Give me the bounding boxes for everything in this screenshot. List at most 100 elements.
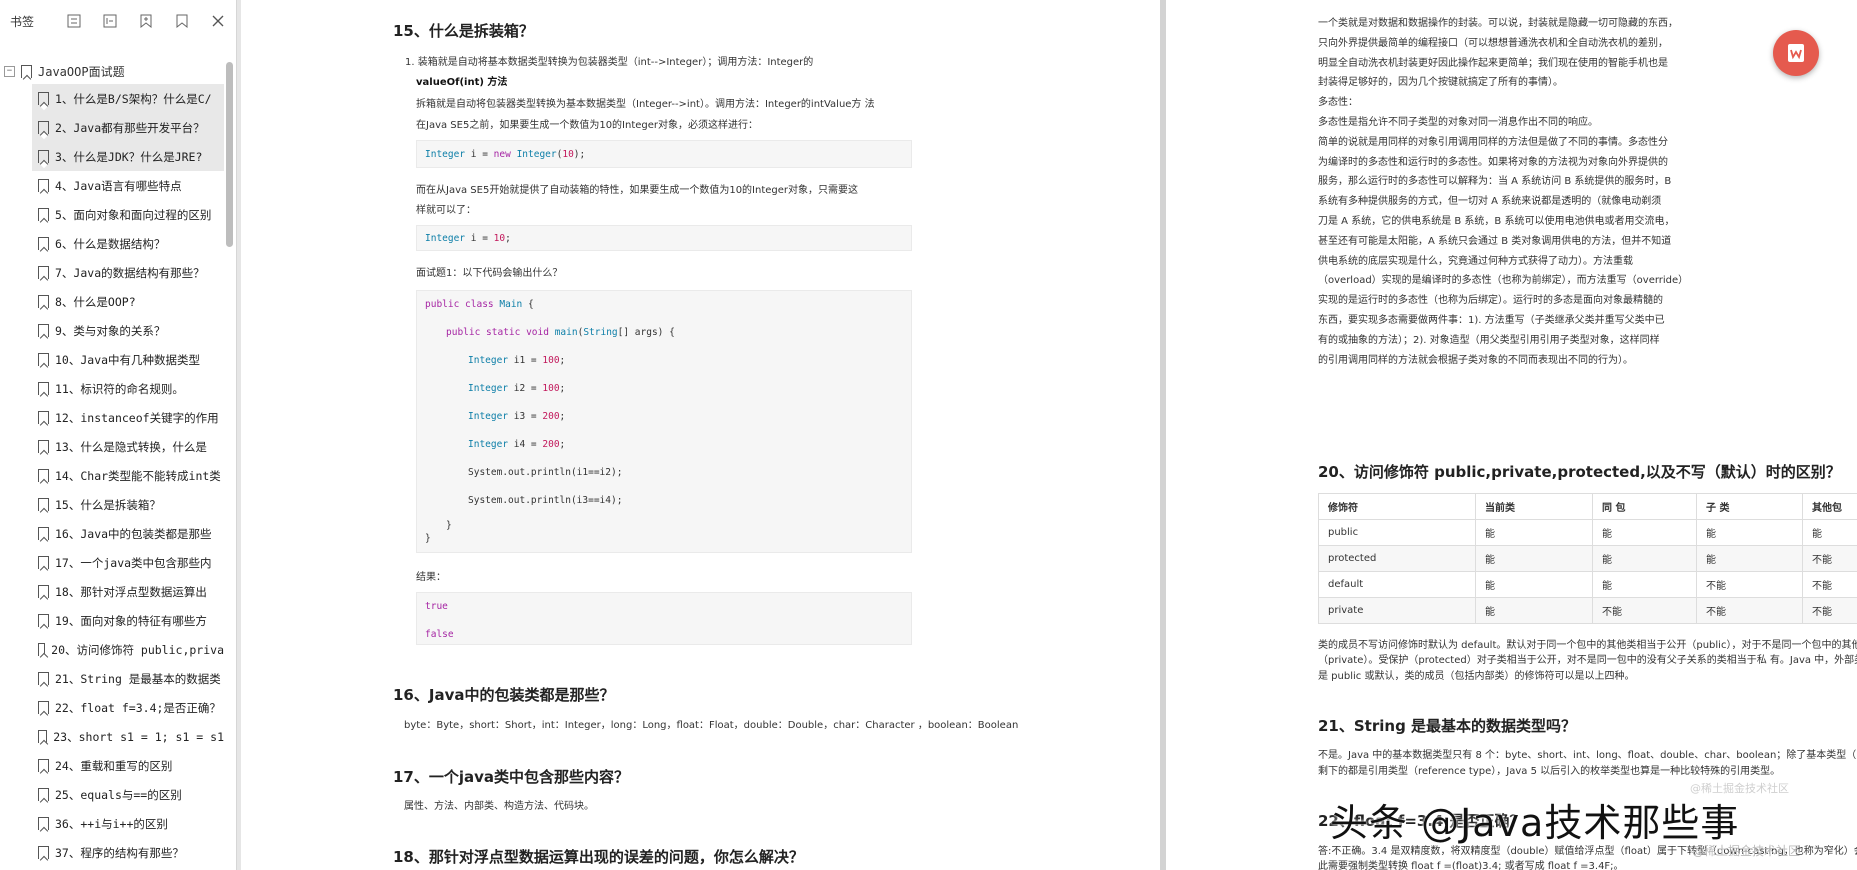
document-icon: [1788, 44, 1804, 62]
expand-all-icon[interactable]: [64, 11, 84, 31]
sidebar-item[interactable]: 37、程序的结构有那些？: [0, 838, 224, 867]
bookmark-icon[interactable]: [172, 11, 192, 31]
table-row: private 能不能 不能 不能: [1318, 597, 1857, 624]
sidebar-item-label: 4、Java语言有哪些特点: [55, 178, 182, 193]
sidebar-item[interactable]: 13、什么是隐式转换，什么是: [0, 432, 224, 461]
sidebar-item-label: 21、String 是最基本的数据类: [55, 671, 221, 686]
sidebar-item[interactable]: 18、那针对浮点型数据运算出: [0, 577, 224, 606]
bookmark-icon: [38, 469, 49, 482]
sidebar-item[interactable]: 3、什么是JDK？什么是JRE?: [32, 142, 224, 171]
paragraph: 是 public 或默认，类的成员（包括内部类）的修饰符可以是以上四种。: [1318, 671, 1635, 682]
sidebar-title: 书签: [10, 14, 35, 29]
sidebar-item[interactable]: 25、equals与==的区别: [0, 780, 224, 809]
sidebar-item[interactable]: 1、什么是B/S架构？什么是C/: [32, 84, 224, 113]
bookmark-icon: [38, 614, 49, 627]
sidebar-item-label: 16、Java中的包装类都是那些: [55, 526, 212, 541]
paragraph-line: 一个类就是对数据和数据操作的封装。可以说，封装就是隐藏一切可隐藏的东西，: [1318, 18, 1678, 29]
bookmark-root[interactable]: − JavaOOP面试题: [0, 58, 224, 84]
sidebar-item[interactable]: 12、instanceof关键字的作用: [0, 403, 224, 432]
paragraph: 不是。Java 中的基本数据类型只有 8 个：byte、short、int、lo…: [1318, 750, 1857, 761]
paragraph-line: 简单的说就是用同样的对象引用调用同样的方法但是做了不同的事情。多态性分: [1318, 136, 1668, 148]
paragraph-line: 供电系统的底层实现是什么，究竟通过何种方式获得了动力）。方法重载: [1318, 255, 1633, 267]
heading-18: 18、那针对浮点型数据运算出现的误差的问题，你怎么解决？: [393, 848, 804, 866]
paragraph-line: （overload）实现的是编译时的多态性（也称为前绑定），而方法重写（over…: [1318, 275, 1689, 287]
bookmark-icon: [38, 846, 49, 859]
table-cell: 能: [1696, 545, 1803, 572]
bookmark-icon: [38, 353, 49, 366]
sidebar-item[interactable]: 11、标识符的命名规则。: [0, 374, 224, 403]
sidebar-item[interactable]: 10、Java中有几种数据类型: [0, 345, 224, 374]
sidebar-item[interactable]: 7、Java的数据结构有那些？: [0, 258, 224, 287]
code-line: Integer i = 10;: [425, 233, 511, 244]
sidebar-item[interactable]: 16、Java中的包装类都是那些: [0, 519, 224, 548]
table-header-cell: 当前类: [1475, 493, 1593, 520]
table-cell: 能: [1802, 519, 1857, 546]
paragraph: valueOf(int) 方法: [416, 77, 508, 88]
sidebar-item[interactable]: 4、Java语言有哪些特点: [0, 171, 224, 200]
sidebar-item[interactable]: 23、short s1 = 1; s1 = s1: [0, 722, 224, 751]
table-header-row: 修饰符 当前类 同 包 子 类 其他包: [1318, 493, 1857, 520]
sidebar-item-label: 11、标识符的命名规则。: [55, 381, 184, 396]
sidebar-scrollbar[interactable]: [226, 62, 233, 247]
watermark: 头条 @Java技术那些事: [1330, 801, 1740, 845]
sidebar-item[interactable]: 17、一个java类中包含那些内: [0, 548, 224, 577]
sidebar-item[interactable]: 14、Char类型能不能转成int类: [0, 461, 224, 490]
sidebar-item[interactable]: 8、什么是OOP?: [0, 287, 224, 316]
paragraph: 面试题1：以下代码会输出什么？: [416, 268, 563, 279]
sidebar-item-label: 2、Java都有那些开发平台？: [55, 120, 205, 135]
paragraph-line: 封装得足够好的，因为几个按键就搞定了所有的事情）。: [1318, 77, 1563, 89]
sidebar-item[interactable]: 6、什么是数据结构？: [0, 229, 224, 258]
document-page-right: 一个类就是对数据和数据操作的封装。可以说，封装就是隐藏一切可隐藏的东西， 只向外界…: [1166, 0, 1857, 870]
sidebar-toolbar: [64, 11, 228, 31]
paragraph: 1. 装箱就是自动将基本数据类型转换为包装器类型（int-->Integer）；…: [405, 57, 814, 68]
sidebar-item[interactable]: 20、访问修饰符 public,priva: [0, 635, 224, 664]
paragraph-line: 为编译时的多态性和运行时的多态性。如果将对象的方法视为对象向外界提供的: [1318, 156, 1668, 168]
table-cell: 能: [1475, 571, 1593, 598]
code-line: }: [425, 533, 431, 544]
paragraph-line: 甚至还有可能是太阳能，A 系统只会通过 B 类对象调用供电的方法，但并不知道: [1318, 235, 1672, 247]
code-block: true false: [416, 592, 912, 645]
sidebar-item[interactable]: 36、++i与i++的区别: [0, 809, 224, 838]
table-cell: 不能: [1802, 545, 1857, 572]
sidebar-item-label: 1、什么是B/S架构？什么是C/: [55, 91, 212, 106]
sidebar-item-label: 17、一个java类中包含那些内: [55, 555, 212, 570]
table-header-cell: 修饰符: [1318, 493, 1476, 520]
bookmark-icon: [38, 237, 49, 250]
bookmark-icon: [38, 817, 49, 830]
table-row: protected 能能能不能: [1318, 545, 1857, 572]
bookmark-icon: [38, 701, 49, 714]
floating-action-button[interactable]: [1773, 30, 1819, 76]
paragraph-line: 有的或抽象的方法）；2). 对象造型（用父类型引用引用子类型对象，这样同样: [1318, 334, 1660, 346]
sidebar-item[interactable]: 21、String 是最基本的数据类: [0, 664, 224, 693]
bookmark-tree: − JavaOOP面试题 1、什么是B/S架构？什么是C/2、Java都有那些开…: [0, 58, 224, 870]
bookmark-icon: [38, 266, 49, 279]
paragraph: 拆箱就是自动将包装器类型转换为基本数据类型（Integer-->int）。调用方…: [416, 99, 875, 110]
sidebar-item-label: 5、面向对象和面向过程的区别: [55, 207, 212, 222]
close-icon[interactable]: [208, 11, 228, 31]
sidebar-item[interactable]: 2、Java都有那些开发平台？: [32, 113, 224, 142]
sidebar-item[interactable]: 22、float f=3.4;是否正确？: [0, 693, 224, 722]
sidebar-item-label: 13、什么是隐式转换，什么是: [55, 439, 207, 454]
paragraph: 结果：: [416, 572, 446, 583]
paragraph-line: 多态性是指允许不同子类型的对象对同一消息作出不同的响应。: [1318, 117, 1598, 128]
add-bookmark-icon[interactable]: [136, 11, 156, 31]
paragraph: byte：Byte，short：Short，int：Integer，long：L…: [404, 720, 1019, 731]
table-cell: 不能: [1696, 571, 1803, 598]
sidebar-item[interactable]: 9、类与对象的关系？: [0, 316, 224, 345]
sidebar-item[interactable]: 24、重载和重写的区别: [0, 751, 224, 780]
sidebar-item-label: 3、什么是JDK？什么是JRE?: [55, 149, 203, 164]
table-cell: protected: [1318, 545, 1476, 572]
bookmark-icon: [38, 498, 49, 511]
bookmark-icon: [38, 585, 49, 598]
table-cell: 不能: [1802, 597, 1857, 624]
sidebar-item-label: 15、什么是拆装箱？: [55, 497, 161, 512]
code-line: Integer i2 = 100;: [468, 383, 566, 394]
bookmark-icon: [38, 643, 46, 656]
table-cell: default: [1318, 571, 1476, 598]
collapse-toggle-icon[interactable]: −: [4, 65, 15, 77]
sidebar-item[interactable]: 19、面向对象的特征有哪些方: [0, 606, 224, 635]
collapse-all-icon[interactable]: [100, 11, 120, 31]
sidebar-item-label: 19、面向对象的特征有哪些方: [55, 613, 207, 628]
sidebar-item[interactable]: 15、什么是拆装箱？: [0, 490, 224, 519]
sidebar-item[interactable]: 5、面向对象和面向过程的区别: [0, 200, 224, 229]
